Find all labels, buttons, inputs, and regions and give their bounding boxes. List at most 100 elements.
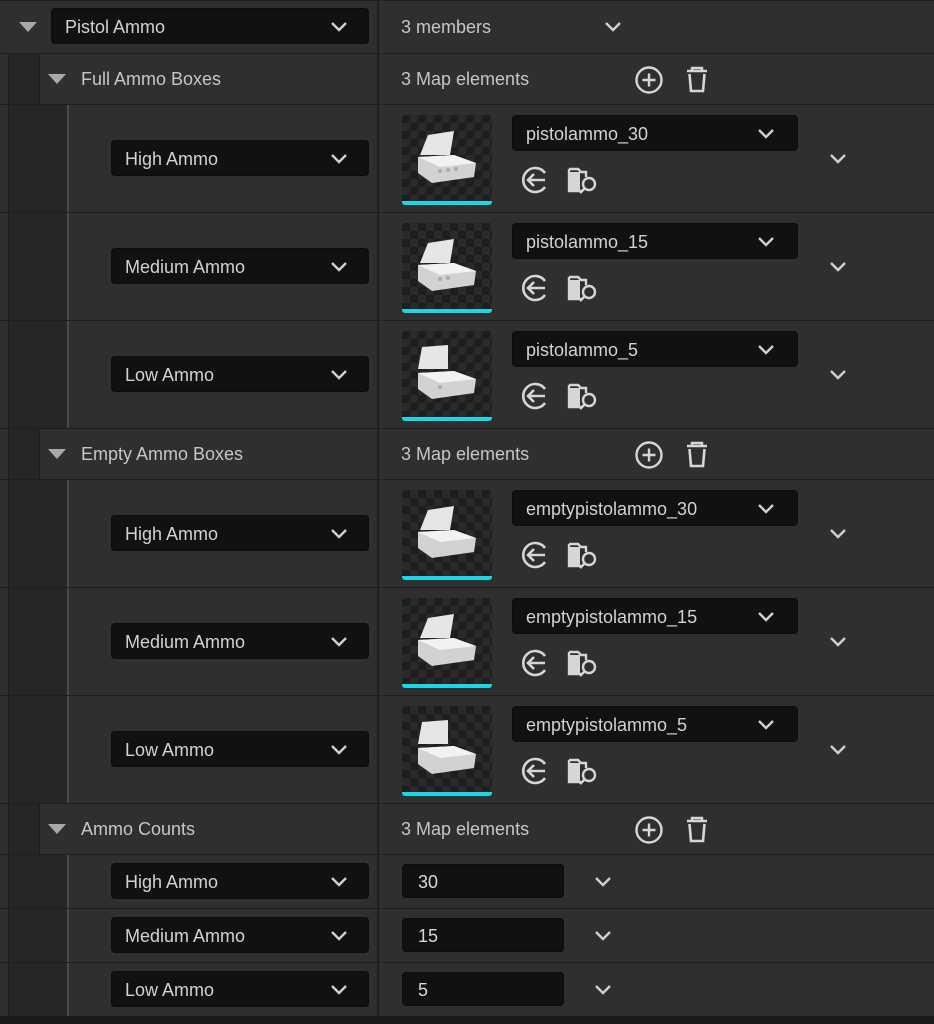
indent-gutter bbox=[39, 963, 69, 1016]
thumbnail-underline bbox=[402, 792, 492, 796]
chevron-down-icon[interactable] bbox=[594, 930, 612, 942]
key-value: Medium Ammo bbox=[125, 926, 246, 946]
group-label: Ammo Counts bbox=[81, 819, 196, 839]
chevron-down-icon[interactable] bbox=[829, 369, 847, 381]
asset-thumbnail[interactable] bbox=[402, 223, 492, 313]
indent-gutter bbox=[8, 54, 40, 104]
arrow-left-circle-icon[interactable] bbox=[518, 271, 552, 305]
count-input[interactable]: 30 bbox=[402, 864, 564, 898]
chevron-down-icon[interactable] bbox=[829, 636, 847, 648]
map-entry-row: High Ammo pistolammo_30 bbox=[0, 104, 934, 212]
folder-search-icon[interactable] bbox=[566, 646, 600, 680]
count-input[interactable]: 15 bbox=[402, 918, 564, 952]
asset-combo[interactable]: emptypistolammo_5 bbox=[512, 706, 798, 742]
struct-type-combo[interactable]: Pistol Ammo bbox=[51, 8, 369, 44]
chevron-down-icon[interactable] bbox=[594, 876, 612, 888]
group-label: Full Ammo Boxes bbox=[81, 69, 222, 89]
plus-circle-icon[interactable] bbox=[632, 438, 666, 472]
chevron-down-icon bbox=[330, 876, 348, 888]
column-divider bbox=[377, 963, 379, 1016]
collapse-triangle-icon[interactable] bbox=[19, 22, 37, 32]
members-count: 3 members bbox=[401, 17, 492, 37]
count-value: 5 bbox=[418, 980, 429, 1000]
trash-icon[interactable] bbox=[680, 438, 714, 472]
asset-thumbnail[interactable] bbox=[402, 115, 492, 205]
indent-gutter bbox=[8, 213, 40, 320]
asset-thumbnail[interactable] bbox=[402, 331, 492, 421]
folder-search-icon[interactable] bbox=[566, 538, 600, 572]
column-divider bbox=[377, 909, 379, 962]
folder-search-icon[interactable] bbox=[566, 163, 600, 197]
indent-gutter bbox=[39, 321, 69, 428]
chevron-down-icon[interactable] bbox=[829, 744, 847, 756]
trash-icon[interactable] bbox=[680, 813, 714, 847]
collapse-triangle-icon[interactable] bbox=[48, 74, 66, 84]
key-combo[interactable]: Low Ammo bbox=[111, 731, 369, 767]
column-divider bbox=[377, 105, 379, 212]
folder-search-icon[interactable] bbox=[566, 379, 600, 413]
arrow-left-circle-icon[interactable] bbox=[518, 754, 552, 788]
count-input[interactable]: 5 bbox=[402, 972, 564, 1006]
group-header: Full Ammo Boxes 3 Map elements bbox=[0, 53, 934, 104]
indent-gutter bbox=[8, 429, 40, 479]
column-divider bbox=[377, 588, 379, 695]
indent-gutter bbox=[39, 696, 69, 803]
struct-row: Pistol Ammo 3 members bbox=[0, 0, 934, 53]
key-combo[interactable]: High Ammo bbox=[111, 140, 369, 176]
column-divider bbox=[377, 213, 379, 320]
asset-combo[interactable]: pistolammo_15 bbox=[512, 223, 798, 259]
key-combo[interactable]: Medium Ammo bbox=[111, 248, 369, 284]
map-entry-row: Low Ammo emptypistolammo_5 bbox=[0, 695, 934, 803]
folder-search-icon[interactable] bbox=[566, 271, 600, 305]
plus-circle-icon[interactable] bbox=[632, 63, 666, 97]
indent-gutter bbox=[8, 963, 40, 1016]
count-value: 30 bbox=[418, 872, 439, 892]
key-combo[interactable]: Low Ammo bbox=[111, 971, 369, 1007]
count-entry-row: Low Ammo 5 bbox=[0, 962, 934, 1016]
key-combo[interactable]: Medium Ammo bbox=[111, 917, 369, 953]
key-value: Medium Ammo bbox=[125, 632, 246, 652]
indent-gutter bbox=[8, 105, 40, 212]
key-value: Low Ammo bbox=[125, 980, 215, 1000]
chevron-down-icon[interactable] bbox=[604, 21, 622, 33]
chevron-down-icon[interactable] bbox=[829, 528, 847, 540]
map-element-count: 3 Map elements bbox=[401, 69, 530, 89]
arrow-left-circle-icon[interactable] bbox=[518, 163, 552, 197]
map-element-count: 3 Map elements bbox=[401, 444, 530, 464]
folder-search-icon[interactable] bbox=[566, 754, 600, 788]
collapse-triangle-icon[interactable] bbox=[48, 449, 66, 459]
key-combo[interactable]: Low Ammo bbox=[111, 356, 369, 392]
chevron-down-icon[interactable] bbox=[594, 984, 612, 996]
chevron-down-icon bbox=[330, 984, 348, 996]
key-value: Medium Ammo bbox=[125, 257, 246, 277]
asset-thumbnail[interactable] bbox=[402, 706, 492, 796]
indent-gutter bbox=[8, 588, 40, 695]
column-divider bbox=[377, 54, 379, 104]
asset-thumbnail[interactable] bbox=[402, 490, 492, 580]
asset-value: emptypistolammo_15 bbox=[526, 607, 698, 627]
ammo-box-icon bbox=[418, 614, 476, 666]
arrow-left-circle-icon[interactable] bbox=[518, 538, 552, 572]
chevron-down-icon[interactable] bbox=[829, 153, 847, 165]
chevron-down-icon[interactable] bbox=[829, 261, 847, 273]
struct-type-value: Pistol Ammo bbox=[65, 17, 166, 37]
asset-thumbnail[interactable] bbox=[402, 598, 492, 688]
asset-combo[interactable]: emptypistolammo_15 bbox=[512, 598, 798, 634]
group-header: Empty Ammo Boxes 3 Map elements bbox=[0, 428, 934, 479]
asset-combo[interactable]: pistolammo_30 bbox=[512, 115, 798, 151]
column-divider bbox=[377, 429, 379, 479]
asset-combo[interactable]: emptypistolammo_30 bbox=[512, 490, 798, 526]
trash-icon[interactable] bbox=[680, 63, 714, 97]
asset-value: pistolammo_15 bbox=[526, 232, 649, 252]
key-combo[interactable]: High Ammo bbox=[111, 863, 369, 899]
count-value: 15 bbox=[418, 926, 439, 946]
key-value: High Ammo bbox=[125, 524, 219, 544]
collapse-triangle-icon[interactable] bbox=[48, 824, 66, 834]
key-combo[interactable]: Medium Ammo bbox=[111, 623, 369, 659]
key-combo[interactable]: High Ammo bbox=[111, 515, 369, 551]
arrow-left-circle-icon[interactable] bbox=[518, 646, 552, 680]
plus-circle-icon[interactable] bbox=[632, 813, 666, 847]
asset-combo[interactable]: pistolammo_5 bbox=[512, 331, 798, 367]
arrow-left-circle-icon[interactable] bbox=[518, 379, 552, 413]
column-divider bbox=[377, 480, 379, 587]
